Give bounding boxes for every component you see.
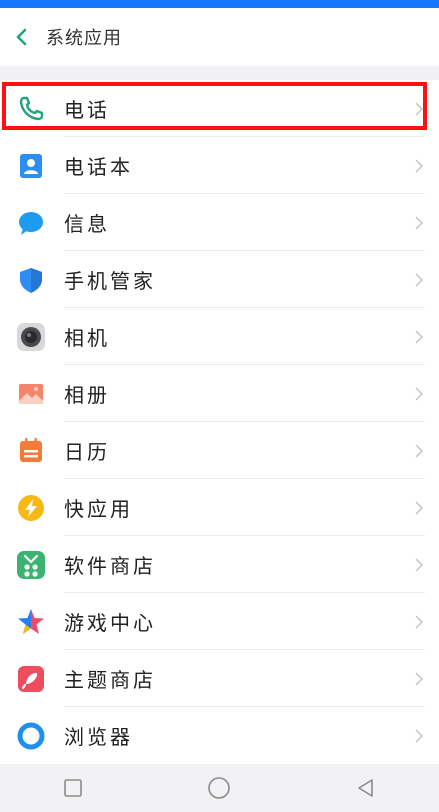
app-list: 电话 电话本 信息 手机管家 相机 相册 日历 快应用 软件商店 游戏中心 主题… <box>0 80 439 764</box>
chevron-right-icon <box>415 102 423 116</box>
recent-apps-button[interactable] <box>53 768 93 808</box>
list-item-phone-manager[interactable]: 手机管家 <box>0 251 439 308</box>
status-bar <box>0 0 439 8</box>
chevron-right-icon <box>415 729 423 743</box>
list-item-label: 软件商店 <box>64 554 156 578</box>
square-icon <box>64 779 82 797</box>
list-item-label: 日历 <box>64 440 110 464</box>
list-item-label: 相册 <box>64 383 110 407</box>
shield-icon <box>20 268 42 293</box>
chevron-right-icon <box>415 273 423 287</box>
back-button[interactable] <box>10 26 32 48</box>
list-item-camera[interactable]: 相机 <box>0 308 439 365</box>
chevron-right-icon <box>415 444 423 458</box>
chevron-right-icon <box>415 216 423 230</box>
list-item-contacts[interactable]: 电话本 <box>0 137 439 194</box>
chevron-right-icon <box>415 501 423 515</box>
chevron-right-icon <box>415 558 423 572</box>
chevron-right-icon <box>415 387 423 401</box>
list-item-label: 电话 <box>64 98 110 122</box>
phone-icon <box>19 96 44 121</box>
list-item-calendar[interactable]: 日历 <box>0 422 439 479</box>
list-item-theme-store[interactable]: 主题商店 <box>0 650 439 707</box>
list-item-quick-app[interactable]: 快应用 <box>0 479 439 536</box>
back-nav-button[interactable] <box>346 768 386 808</box>
gallery-icon <box>19 384 43 404</box>
list-item-label: 信息 <box>64 212 110 236</box>
header: 系统应用 <box>0 8 439 66</box>
browser-icon <box>17 722 45 750</box>
app-store-icon <box>17 551 45 579</box>
chevron-right-icon <box>415 330 423 344</box>
list-item-software-store[interactable]: 软件商店 <box>0 536 439 593</box>
list-item-label: 快应用 <box>64 497 133 521</box>
message-icon <box>19 212 43 235</box>
camera-icon <box>17 323 45 351</box>
list-item-label: 手机管家 <box>64 269 156 293</box>
chevron-left-icon <box>16 28 27 46</box>
list-item-gallery[interactable]: 相册 <box>0 365 439 422</box>
list-item-game-center[interactable]: 游戏中心 <box>0 593 439 650</box>
list-item-phone[interactable]: 电话 <box>0 80 439 137</box>
circle-icon <box>208 777 231 799</box>
theme-store-icon <box>18 666 44 692</box>
chevron-right-icon <box>415 672 423 686</box>
list-item-label: 浏览器 <box>64 725 133 749</box>
calendar-icon <box>20 438 42 462</box>
list-item-browser[interactable]: 浏览器 <box>0 707 439 764</box>
home-button[interactable] <box>199 768 239 808</box>
page-title: 系统应用 <box>46 28 122 49</box>
list-item-messages[interactable]: 信息 <box>0 194 439 251</box>
lightning-icon <box>18 495 44 521</box>
star-icon <box>18 609 44 634</box>
navigation-bar <box>0 764 439 812</box>
list-item-label: 主题商店 <box>64 668 156 692</box>
list-item-label: 游戏中心 <box>64 611 156 635</box>
list-item-label: 电话本 <box>64 155 133 179</box>
list-item-label: 相机 <box>64 326 110 350</box>
contacts-icon <box>20 154 42 178</box>
chevron-right-icon <box>415 159 423 173</box>
chevron-right-icon <box>415 615 423 629</box>
triangle-back-icon <box>358 779 373 797</box>
